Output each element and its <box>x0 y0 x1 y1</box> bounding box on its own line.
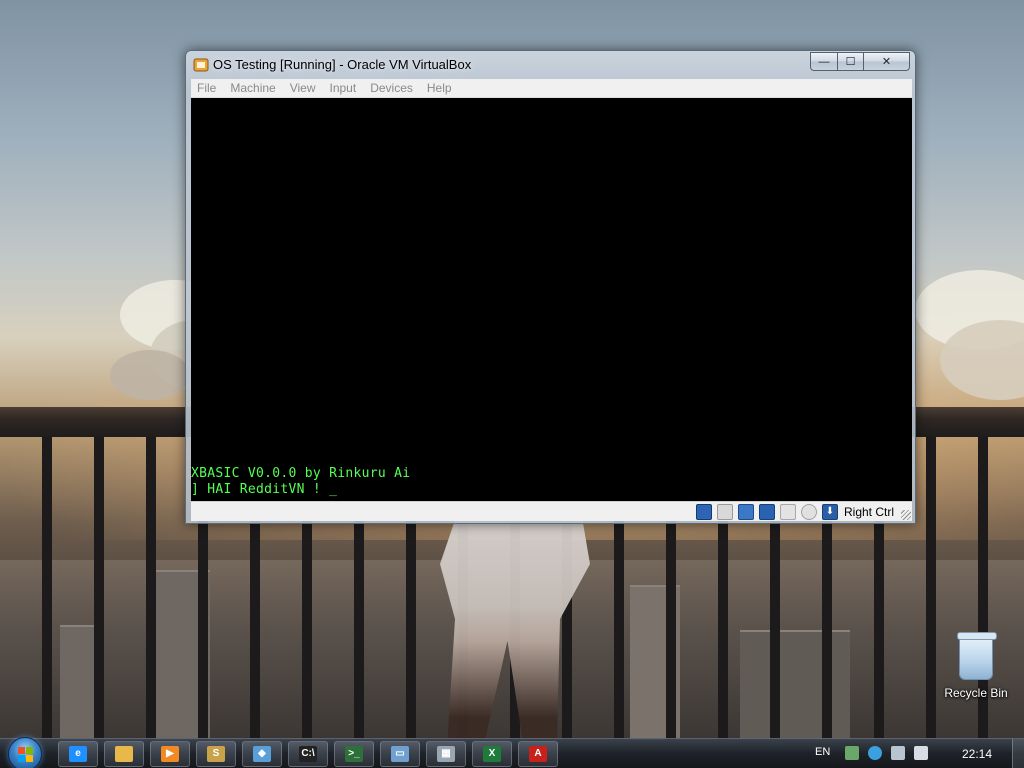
usb-icon[interactable] <box>758 504 775 520</box>
taskbar-button[interactable]: e <box>58 741 98 767</box>
internet-explorer-icon: e <box>69 746 87 762</box>
show-desktop-button[interactable] <box>1012 739 1024 768</box>
menu-machine[interactable]: Machine <box>230 81 275 95</box>
taskbar-button[interactable]: A <box>518 741 558 767</box>
mouse-integration-icon[interactable]: ⬇ <box>821 504 838 520</box>
menu-input[interactable]: Input <box>330 81 357 95</box>
command-prompt-icon: C:\ <box>299 746 317 762</box>
menu-bar: File Machine View Input Devices Help <box>191 79 912 98</box>
menu-view[interactable]: View <box>290 81 316 95</box>
notification-area <box>845 746 937 760</box>
status-bar: ⬇ Right Ctrl <box>191 501 912 521</box>
window-title: OS Testing [Running] - Oracle VM Virtual… <box>213 57 472 72</box>
console-input-text: ] HAI RedditVN ! <box>191 482 330 497</box>
volume-icon[interactable] <box>914 746 928 760</box>
taskbar: e ▶ S ◆ C:\ >_ ▭ ▦ X A EN 22:14 <box>0 737 1024 768</box>
hard-disk-icon[interactable] <box>695 504 712 520</box>
sublime-text-icon: S <box>207 746 225 762</box>
acrobat-reader-icon: A <box>529 746 547 762</box>
windows-logo-icon <box>18 747 34 763</box>
network-icon[interactable] <box>737 504 754 520</box>
menu-file[interactable]: File <box>197 81 216 95</box>
taskbar-button[interactable]: ◆ <box>242 741 282 767</box>
network-tray-icon[interactable] <box>891 746 905 760</box>
remote-display-icon[interactable] <box>800 504 817 520</box>
file-explorer-icon <box>115 746 133 762</box>
optical-drive-icon[interactable] <box>716 504 733 520</box>
vm-display[interactable]: XBASIC V0.0.0 by Rinkuru Ai ] HAI Reddit… <box>191 98 912 501</box>
calculator-icon: ▦ <box>437 746 455 762</box>
resize-grip[interactable] <box>901 510 911 520</box>
taskbar-button[interactable]: C:\ <box>288 741 328 767</box>
taskbar-button[interactable]: X <box>472 741 512 767</box>
taskbar-button[interactable]: ▶ <box>150 741 190 767</box>
close-button[interactable]: ✕ <box>863 52 910 71</box>
security-icon[interactable] <box>868 746 882 760</box>
minimize-button[interactable]: — <box>810 52 837 71</box>
menu-devices[interactable]: Devices <box>370 81 413 95</box>
language-indicator[interactable]: EN <box>815 746 830 758</box>
maximize-button[interactable]: ☐ <box>837 52 863 71</box>
console-line: XBASIC V0.0.0 by Rinkuru Ai <box>191 466 411 481</box>
safely-remove-icon[interactable] <box>845 746 859 760</box>
excel-icon: X <box>483 746 501 762</box>
taskbar-button[interactable] <box>104 741 144 767</box>
taskbar-button[interactable]: S <box>196 741 236 767</box>
recycle-bin-label: Recycle Bin <box>944 686 1008 700</box>
text-cursor: _ <box>329 482 338 497</box>
virtualbox-app-icon <box>193 58 209 72</box>
status-icons: ⬇ Right Ctrl <box>691 504 894 520</box>
taskbar-button[interactable]: ▭ <box>380 741 420 767</box>
window-app-icon: ▭ <box>391 746 409 762</box>
shared-folders-icon[interactable] <box>779 504 796 520</box>
virtualbox-icon: ◆ <box>253 746 271 762</box>
recycle-bin-icon <box>957 632 997 680</box>
host-key-label[interactable]: Right Ctrl <box>844 505 894 519</box>
recycle-bin-shortcut[interactable]: Recycle Bin <box>940 632 1012 700</box>
system-clock[interactable]: 22:14 <box>962 747 992 761</box>
virtualbox-window[interactable]: OS Testing [Running] - Oracle VM Virtual… <box>185 50 916 524</box>
cloud <box>110 350 190 400</box>
console-prompt-line: ] HAI RedditVN ! _ <box>191 482 337 497</box>
media-player-icon: ▶ <box>161 746 179 762</box>
menu-help[interactable]: Help <box>427 81 452 95</box>
terminal-icon: >_ <box>345 746 363 762</box>
taskbar-button[interactable]: >_ <box>334 741 374 767</box>
window-titlebar[interactable]: OS Testing [Running] - Oracle VM Virtual… <box>186 51 915 78</box>
start-button[interactable] <box>8 737 42 768</box>
taskbar-button[interactable]: ▦ <box>426 741 466 767</box>
caption-buttons: — ☐ ✕ <box>810 52 910 72</box>
